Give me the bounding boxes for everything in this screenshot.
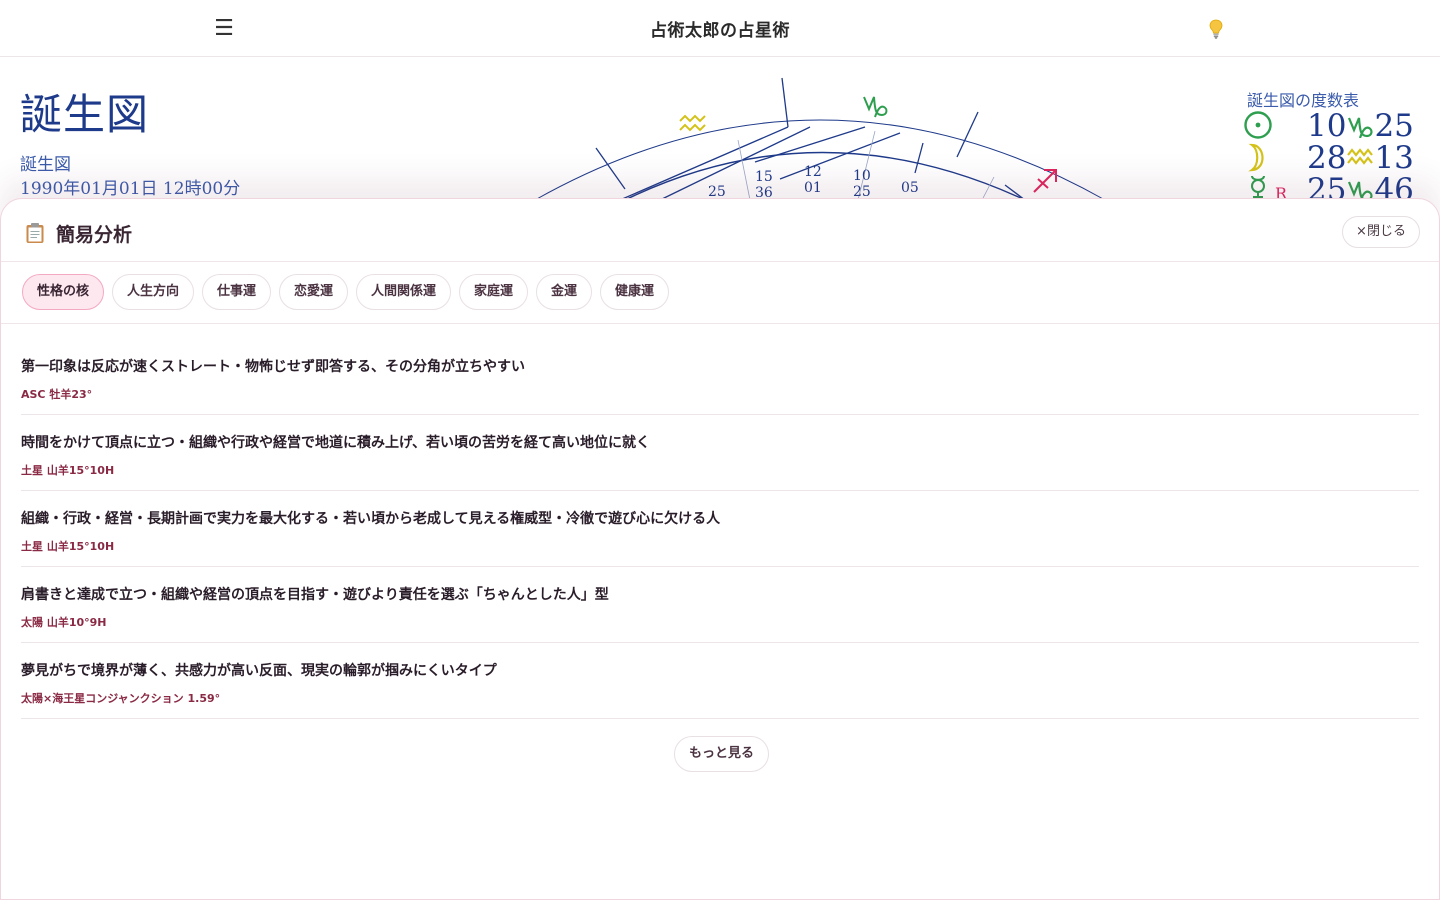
analysis-sheet: 簡易分析 ×閉じる 性格の核 人生方向 仕事運 恋愛運 人間関係運 家庭運 金運… <box>0 198 1440 900</box>
tab-family-fortune[interactable]: 家庭運 <box>459 274 529 310</box>
tab-love-fortune[interactable]: 恋愛運 <box>279 274 349 310</box>
list-item: 肩書きと達成で立つ・組織や経営の頂点を目指す・遊びより責任を選ぶ「ちゃんとした人… <box>21 567 1419 643</box>
sagittarius-icon <box>1033 169 1057 193</box>
wheel-number: 05 <box>901 180 919 196</box>
show-more-button[interactable]: もっと見る <box>674 736 769 772</box>
analysis-source: 太陽×海王星コンジャンクション 1.59° <box>21 692 221 705</box>
analysis-source: 土星 山羊15°10H <box>21 540 115 553</box>
tab-personality-core[interactable]: 性格の核 <box>22 274 105 310</box>
wheel-number: 12 <box>804 164 822 180</box>
sun-icon <box>1244 111 1272 139</box>
top-bar: ☰ 占術太郎の占星術 <box>0 0 1440 57</box>
aquarius-icon <box>1347 148 1374 165</box>
degree-row-sun: 10 25 <box>1243 108 1433 144</box>
analysis-text: 夢見がちで境界が薄く、共感力が高い反面、現実の輪郭が掴みにくいタイプ <box>21 663 497 679</box>
analysis-text: 肩書きと達成で立つ・組織や経営の頂点を目指す・遊びより責任を選ぶ「ちゃんとした人… <box>21 587 609 603</box>
tab-relationship-fortune[interactable]: 人間関係運 <box>356 274 452 310</box>
analysis-source: ASC 牡羊23° <box>21 388 93 401</box>
wheel-number: 10 <box>853 168 871 184</box>
list-item: 組織・行政・経営・長期計画で実力を最大化する・若い頃から老成して見える権威型・冷… <box>21 491 1419 567</box>
analysis-text: 組織・行政・経営・長期計画で実力を最大化する・若い頃から老成して見える権威型・冷… <box>21 511 721 527</box>
aquarius-icon <box>679 114 706 132</box>
clipboard-icon <box>26 223 44 243</box>
birth-datetime: 1990年01月01日 12時00分 <box>20 179 241 199</box>
analysis-source: 土星 山羊15°10H <box>21 464 115 477</box>
sheet-title: 簡易分析 <box>56 224 133 246</box>
wheel-number: 01 <box>804 180 822 196</box>
analysis-source: 太陽 山羊10°9H <box>21 616 107 629</box>
list-item: 時間をかけて頂点に立つ・組織や行政や経営で地道に積み上げ、若い頃の苦労を経て高い… <box>21 415 1419 491</box>
tab-money-fortune[interactable]: 金運 <box>536 274 593 310</box>
list-item: 夢見がちで境界が薄く、共感力が高い反面、現実の輪郭が掴みにくいタイプ 太陽×海王… <box>21 643 1419 719</box>
analysis-text: 第一印象は反応が速くストレート・物怖じせず即答する、その分角が立ちやすい <box>21 359 525 375</box>
natal-chart-wheel[interactable]: 25 15 36 12 01 10 25 05 <box>520 75 1120 205</box>
wheel-number: 15 <box>755 169 773 185</box>
tab-health-fortune[interactable]: 健康運 <box>600 274 670 310</box>
sheet-header: 簡易分析 ×閉じる <box>1 199 1439 262</box>
capricorn-icon <box>1348 117 1373 138</box>
page-title: 誕生図 <box>20 90 150 139</box>
lightbulb-icon[interactable] <box>1204 17 1228 41</box>
close-button[interactable]: ×閉じる <box>1342 216 1420 248</box>
tab-life-direction[interactable]: 人生方向 <box>112 274 195 310</box>
analysis-text: 時間をかけて頂点に立つ・組織や行政や経営で地道に積み上げ、若い頃の苦労を経て高い… <box>21 435 651 451</box>
capricorn-icon <box>863 96 888 118</box>
degree-row-moon: 28 13 <box>1243 140 1433 176</box>
chart-subtitle: 誕生図 <box>20 155 71 175</box>
list-item: 第一印象は反応が速くストレート・物怖じせず即答する、その分角が立ちやすい ASC… <box>21 339 1419 415</box>
analysis-tabs: 性格の核 人生方向 仕事運 恋愛運 人間関係運 家庭運 金運 健康運 <box>1 262 1439 324</box>
moon-icon <box>1248 143 1264 172</box>
tab-work-fortune[interactable]: 仕事運 <box>202 274 272 310</box>
